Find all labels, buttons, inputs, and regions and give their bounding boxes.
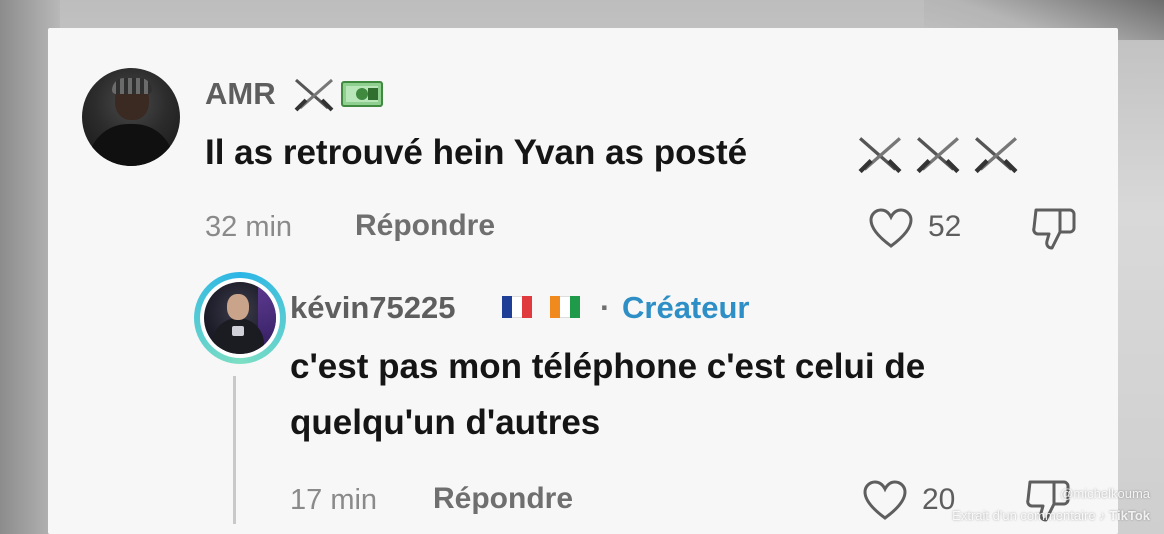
- comment-username[interactable]: AMR: [205, 76, 276, 112]
- watermark-caption: Extrait d'un commentaire ♪ TikTok: [952, 508, 1150, 523]
- reply-text-line-1: c'est pas mon téléphone c'est celui de: [290, 347, 926, 386]
- reply-text-line-2: quelqu'un d'autres: [290, 403, 601, 442]
- reply-reply-button[interactable]: Répondre: [433, 482, 573, 516]
- heart-icon[interactable]: [862, 480, 908, 522]
- watermark-brand: TikTok: [1109, 508, 1150, 523]
- crossed-swords-icon: [858, 137, 902, 174]
- avatar-kevin[interactable]: [194, 272, 286, 364]
- comment-reply-button[interactable]: Répondre: [355, 209, 495, 243]
- money-icon: [341, 81, 383, 107]
- dislike-icon[interactable]: [1030, 206, 1078, 252]
- crossed-swords-icon: [294, 78, 334, 112]
- comment-text: Il as retrouvé hein Yvan as posté: [205, 133, 748, 172]
- separator-dot: ·: [600, 290, 611, 325]
- comment-timestamp: 32 min: [205, 211, 293, 243]
- crossed-swords-icon: [916, 137, 960, 174]
- reply-like-count: 20: [922, 483, 956, 516]
- reply-username[interactable]: kévin75225: [290, 290, 455, 326]
- reply-timestamp: 17 min: [290, 484, 378, 516]
- tiktok-logo-icon: ♪: [1099, 508, 1106, 523]
- watermark-caption-text: Extrait d'un commentaire: [952, 508, 1096, 523]
- reply-thread-line: [233, 376, 236, 524]
- avatar-amr[interactable]: [82, 68, 180, 166]
- creator-badge: Créateur: [622, 290, 750, 325]
- ivory-coast-flag-icon: [550, 296, 580, 318]
- comment-like-count: 52: [928, 210, 962, 243]
- heart-icon[interactable]: [868, 208, 914, 250]
- watermark-handle: @michelkouma: [1060, 486, 1150, 501]
- crossed-swords-icon: [974, 137, 1018, 174]
- france-flag-icon: [502, 296, 532, 318]
